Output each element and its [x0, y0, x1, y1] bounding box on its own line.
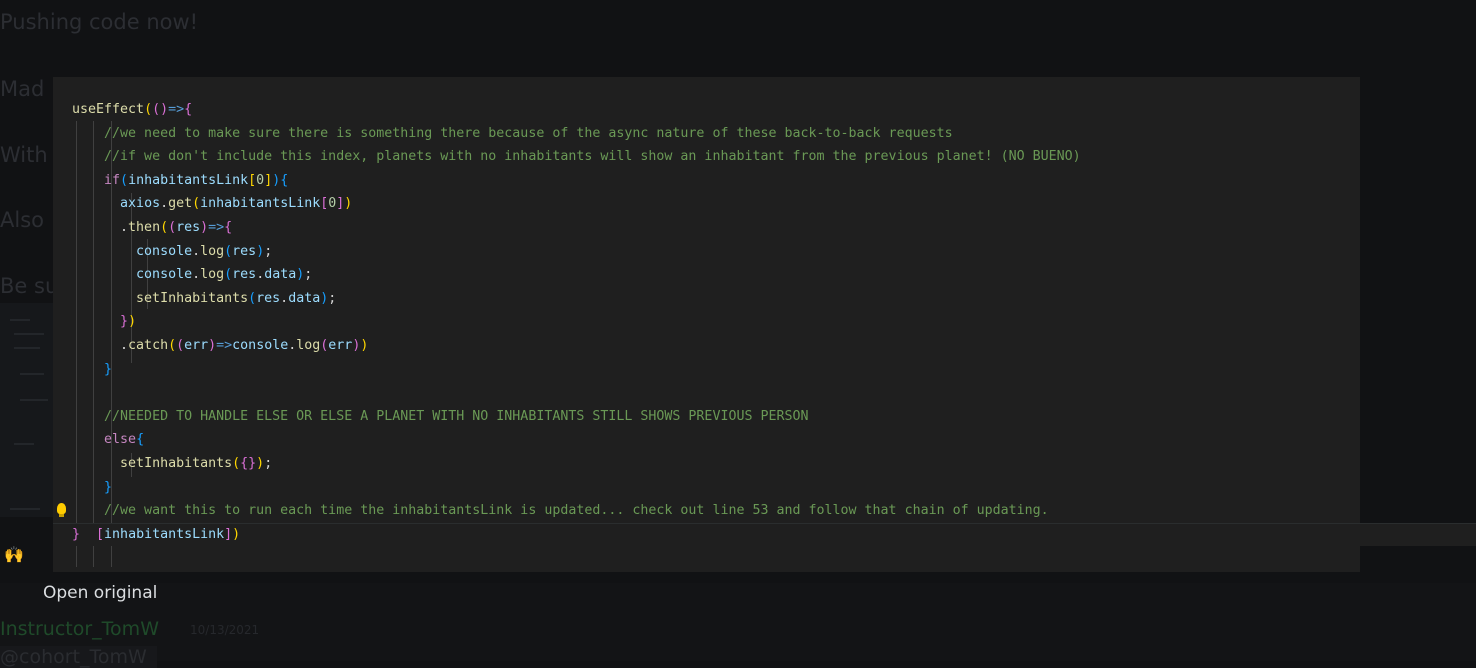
code-line: .then((res)=>{ [72, 219, 233, 235]
code-line: }) [120, 314, 137, 330]
code-line: //we need to make sure there is somethin… [104, 125, 953, 141]
code-line: setInhabitants({}); [120, 455, 273, 471]
reaction-icon: 🙌 [4, 545, 24, 564]
code-block: useEffect(()=>{ //we need to make sure t… [53, 98, 1476, 547]
code-line: setInhabitants(res.data); [136, 290, 337, 306]
code-line: axios.get(inhabitantsLink[0]) [120, 196, 353, 212]
lightbulb-icon[interactable] [57, 503, 66, 517]
chat-message-line: Mad [0, 77, 45, 101]
chat-message-line: Be su [0, 274, 59, 298]
code-line: .catch((err)=>console.log(err)) [72, 337, 369, 353]
code-line: console.log(res.data); [136, 267, 313, 283]
open-original-link[interactable]: Open original [43, 583, 157, 603]
message-timestamp: 10/13/2021 [190, 623, 260, 637]
chat-footer [0, 583, 1476, 661]
code-line: if(inhabitantsLink[0]){ [104, 172, 289, 188]
code-screenshot-image[interactable]: useEffect(()=>{ //we need to make sure t… [53, 77, 1476, 572]
chat-message-line: Also [0, 208, 44, 232]
chat-image-thumbnail [0, 303, 53, 517]
mention-tag: @cohort_TomW [0, 646, 157, 668]
code-line: //NEEDED TO HANDLE ELSE OR ELSE A PLANET… [104, 408, 809, 424]
chat-message-line: Pushing code now! [0, 10, 199, 34]
code-line: } [104, 361, 113, 377]
code-line: //if we don't include this index, planet… [104, 149, 1081, 165]
code-line: }, [inhabitantsLink]) [53, 522, 1476, 547]
code-line: console.log(res); [136, 243, 273, 259]
code-line: useEffect(()=>{ [72, 102, 193, 117]
chat-message-line: With [0, 143, 48, 167]
code-line: //we want this to run each time the inha… [104, 503, 1049, 519]
code-line: else{ [104, 432, 145, 448]
message-author: Instructor_TomW [0, 618, 159, 640]
code-line: } [104, 479, 113, 495]
